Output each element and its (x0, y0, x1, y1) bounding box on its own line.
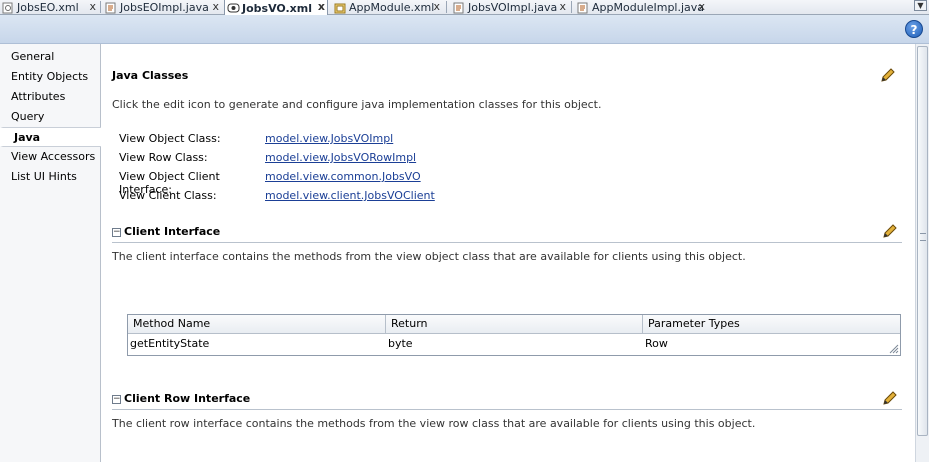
java-page-content: Java Classes Click the edit icon to gene… (102, 44, 915, 462)
client-row-interface-description: The client row interface contains the me… (112, 417, 756, 430)
class-link[interactable]: model.view.JobsVORowImpl (265, 151, 416, 166)
scrollbar-thumb[interactable] (917, 46, 928, 436)
tab-label: AppModuleImpl.java (592, 1, 705, 14)
java-file-icon (105, 2, 117, 14)
java-classes-description: Click the edit icon to generate and conf… (112, 98, 602, 111)
java-file-icon (577, 2, 589, 14)
close-icon[interactable]: x (318, 0, 325, 13)
table-row[interactable]: getEntityState byte Row (128, 335, 900, 354)
nav-item-attributes[interactable]: Attributes (0, 87, 100, 107)
tab-label: JobsEOImpl.java (120, 1, 209, 14)
pencil-edit-icon[interactable] (880, 67, 896, 83)
class-link[interactable]: model.view.client.JobsVOClient (265, 189, 435, 204)
class-row: View Client Class: model.view.client.Job… (119, 189, 435, 204)
cell-method-name: getEntityState (130, 337, 210, 350)
client-interface-header: − Client Interface (112, 225, 902, 243)
class-label: View Client Class: (119, 189, 217, 202)
pencil-edit-icon[interactable] (882, 223, 898, 239)
tab-appmodule-xml[interactable]: AppModule.xml x (332, 0, 442, 15)
column-header-return[interactable]: Return (386, 315, 643, 333)
help-icon[interactable]: ? (905, 20, 923, 38)
nav-item-view-accessors[interactable]: View Accessors (0, 147, 100, 167)
client-interface-description: The client interface contains the method… (112, 250, 746, 263)
collapse-toggle-icon[interactable]: − (112, 395, 121, 404)
scrollbar-grip (920, 233, 926, 241)
pencil-edit-icon[interactable] (882, 390, 898, 406)
client-interface-methods-table: Method Name Return Parameter Types getEn… (127, 314, 901, 356)
column-header-method-name[interactable]: Method Name (128, 315, 386, 333)
class-label: View Row Class: (119, 151, 208, 164)
table-header: Method Name Return Parameter Types (128, 315, 900, 334)
view-object-file-icon (227, 2, 240, 14)
close-icon[interactable]: x (433, 0, 440, 13)
tab-jobsvo-xml[interactable]: JobsVO.xml x (224, 0, 328, 16)
page-title: Java Classes (112, 69, 189, 82)
tab-label: JobsEO.xml (17, 1, 79, 14)
cell-parameter-types: Row (645, 337, 668, 350)
nav-item-list-ui-hints[interactable]: List UI Hints (0, 167, 100, 187)
tab-label: AppModule.xml (349, 1, 435, 14)
tab-separator (100, 1, 101, 13)
collapse-toggle-icon[interactable]: − (112, 228, 121, 237)
class-row: View Object Client Interface: model.view… (119, 170, 421, 196)
tab-appmoduleimpl-java[interactable]: AppModuleImpl.java x (575, 0, 707, 15)
class-row: View Object Class: model.view.JobsVOImpl (119, 132, 393, 147)
xml-file-icon (2, 2, 14, 14)
tab-separator (446, 1, 447, 13)
tab-jobseo-xml[interactable]: JobsEO.xml x (0, 0, 98, 15)
nav-item-java[interactable]: Java (0, 127, 101, 147)
cell-return: byte (388, 337, 413, 350)
tab-label: JobsVO.xml (242, 1, 313, 15)
class-label: View Object Class: (119, 132, 221, 145)
close-icon[interactable]: x (89, 0, 96, 13)
app-module-file-icon (334, 2, 346, 14)
class-link[interactable]: model.view.common.JobsVO (265, 170, 421, 185)
close-icon[interactable]: x (698, 0, 705, 13)
resize-grip-icon[interactable] (889, 344, 899, 354)
editor-tab-strip: JobsEO.xml x JobsEOImpl.java x JobsVO.xm… (0, 0, 929, 16)
class-row: View Row Class: model.view.JobsVORowImpl (119, 151, 416, 166)
client-row-interface-header: − Client Row Interface (112, 392, 902, 410)
close-icon[interactable]: x (212, 0, 219, 13)
java-file-icon (453, 2, 465, 14)
nav-item-query[interactable]: Query (0, 107, 100, 127)
column-header-parameter-types[interactable]: Parameter Types (643, 315, 900, 333)
overview-navigation: General Entity Objects Attributes Query … (0, 44, 101, 462)
class-link[interactable]: model.view.JobsVOImpl (265, 132, 393, 147)
section-title: Client Interface (124, 225, 221, 238)
section-title: Client Row Interface (124, 392, 251, 405)
nav-item-general[interactable]: General (0, 47, 100, 67)
nav-item-entity-objects[interactable]: Entity Objects (0, 67, 100, 87)
close-icon[interactable]: x (559, 0, 566, 13)
tab-separator (571, 1, 572, 13)
tab-label: JobsVOImpl.java (468, 1, 558, 14)
class-label: View Object Client Interface: (119, 170, 220, 196)
tab-jobsvoimpl-java[interactable]: JobsVOImpl.java x (451, 0, 568, 15)
tab-list-dropdown-icon[interactable]: ▼ (914, 0, 927, 11)
vertical-scrollbar[interactable] (915, 44, 929, 462)
editor-header-band: ? (0, 15, 929, 44)
tab-jobseoimpl-java[interactable]: JobsEOImpl.java x (103, 0, 221, 15)
